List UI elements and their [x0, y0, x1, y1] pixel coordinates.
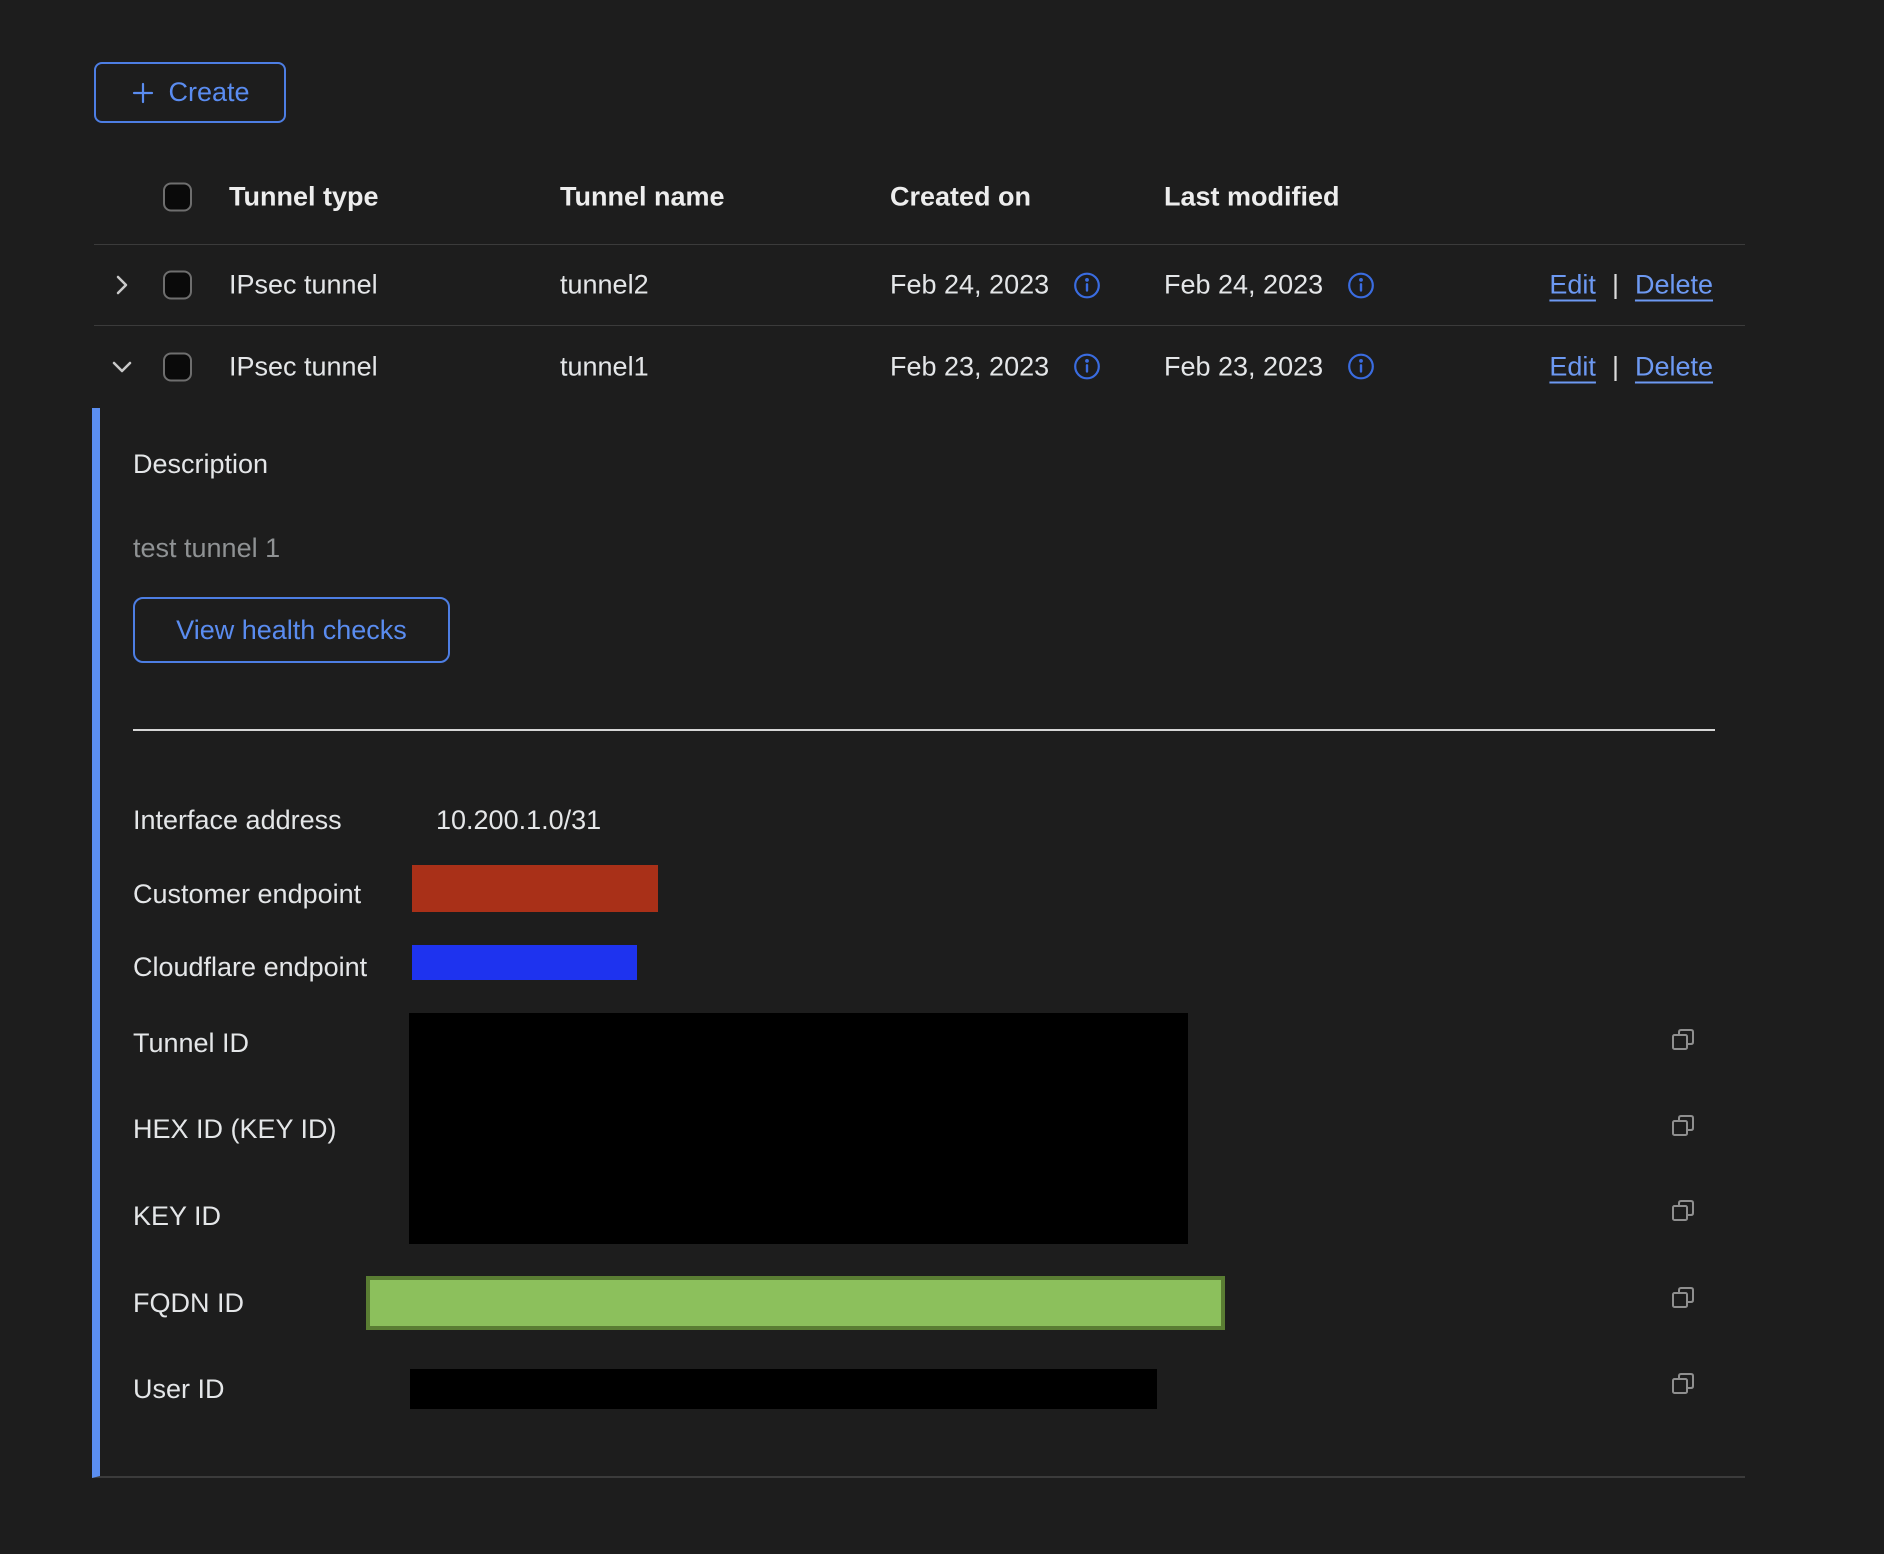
table-row: IPsec tunnel tunnel2 Feb 24, 2023 Feb 24…	[94, 245, 1745, 326]
copy-icon	[1668, 1282, 1698, 1312]
chevron-right-icon	[109, 272, 135, 298]
info-icon[interactable]	[1347, 271, 1375, 299]
interface-address-value: 10.200.1.0/31	[436, 804, 601, 836]
key-id-label: KEY ID	[133, 1200, 221, 1232]
expand-row-button[interactable]	[109, 272, 135, 298]
hex-id-label: HEX ID (KEY ID)	[133, 1113, 337, 1145]
interface-address-label: Interface address	[133, 804, 342, 836]
collapse-row-button[interactable]	[109, 354, 135, 380]
user-id-label: User ID	[133, 1373, 225, 1405]
copy-tunnel-id-button[interactable]	[1668, 1024, 1698, 1054]
plus-icon	[130, 80, 156, 106]
last-modified-cell: Feb 23, 2023	[1164, 351, 1375, 382]
table-row: IPsec tunnel tunnel1 Feb 23, 2023 Feb 23…	[94, 326, 1745, 407]
copy-hex-id-button[interactable]	[1668, 1110, 1698, 1140]
column-header-tunnel-type: Tunnel type	[229, 182, 379, 213]
tunnel-name-cell: tunnel1	[560, 351, 649, 382]
tunnel-details-panel: Description test tunnel 1 View health ch…	[92, 408, 1745, 1478]
last-modified-cell: Feb 24, 2023	[1164, 270, 1375, 301]
tunnels-table: Tunnel type Tunnel name Created on Last …	[94, 150, 1745, 407]
info-icon[interactable]	[1073, 353, 1101, 381]
column-header-last-modified: Last modified	[1164, 182, 1340, 213]
select-all-checkbox[interactable]	[163, 183, 192, 212]
description-label: Description	[133, 448, 268, 480]
column-header-tunnel-name: Tunnel name	[560, 182, 725, 213]
tunnel-name-cell: tunnel2	[560, 270, 649, 301]
actions-separator: |	[1612, 351, 1619, 382]
customer-endpoint-label: Customer endpoint	[133, 878, 361, 910]
delete-link[interactable]: Delete	[1635, 351, 1713, 382]
section-divider	[133, 729, 1715, 731]
description-value: test tunnel 1	[133, 532, 280, 564]
created-on-cell: Feb 23, 2023	[890, 351, 1101, 382]
info-icon[interactable]	[1073, 271, 1101, 299]
edit-link[interactable]: Edit	[1549, 270, 1596, 301]
created-on-cell: Feb 24, 2023	[890, 270, 1101, 301]
user-id-redacted-value	[410, 1369, 1157, 1409]
info-icon[interactable]	[1347, 353, 1375, 381]
delete-link[interactable]: Delete	[1635, 270, 1713, 301]
cloudflare-endpoint-label: Cloudflare endpoint	[133, 951, 367, 983]
actions-separator: |	[1612, 270, 1619, 301]
fqdn-id-redacted-value	[366, 1276, 1225, 1330]
create-button-label: Create	[168, 77, 249, 108]
edit-link[interactable]: Edit	[1549, 351, 1596, 382]
created-on-date: Feb 23, 2023	[890, 351, 1049, 382]
tunnel-type-cell: IPsec tunnel	[229, 270, 378, 301]
select-row-checkbox[interactable]	[163, 271, 192, 300]
row-actions: Edit | Delete	[1549, 270, 1713, 301]
ids-redacted-value	[409, 1013, 1188, 1244]
last-modified-date: Feb 23, 2023	[1164, 351, 1323, 382]
copy-key-id-button[interactable]	[1668, 1195, 1698, 1225]
cloudflare-endpoint-redacted-value	[412, 945, 637, 980]
created-on-date: Feb 24, 2023	[890, 270, 1049, 301]
copy-icon	[1668, 1024, 1698, 1054]
customer-endpoint-redacted-value	[412, 865, 658, 912]
copy-fqdn-id-button[interactable]	[1668, 1282, 1698, 1312]
copy-user-id-button[interactable]	[1668, 1368, 1698, 1398]
row-actions: Edit | Delete	[1549, 351, 1713, 382]
fqdn-id-label: FQDN ID	[133, 1287, 244, 1319]
view-health-checks-button[interactable]: View health checks	[133, 597, 450, 663]
copy-icon	[1668, 1368, 1698, 1398]
last-modified-date: Feb 24, 2023	[1164, 270, 1323, 301]
table-header: Tunnel type Tunnel name Created on Last …	[94, 150, 1745, 245]
tunnel-id-label: Tunnel ID	[133, 1027, 249, 1059]
copy-icon	[1668, 1110, 1698, 1140]
column-header-created-on: Created on	[890, 182, 1031, 213]
create-button[interactable]: Create	[94, 62, 286, 123]
select-row-checkbox[interactable]	[163, 352, 192, 381]
tunnel-type-cell: IPsec tunnel	[229, 351, 378, 382]
tunnels-page: Create Tunnel type Tunnel name Created o…	[0, 0, 1884, 1554]
chevron-down-icon	[109, 354, 135, 380]
copy-icon	[1668, 1195, 1698, 1225]
